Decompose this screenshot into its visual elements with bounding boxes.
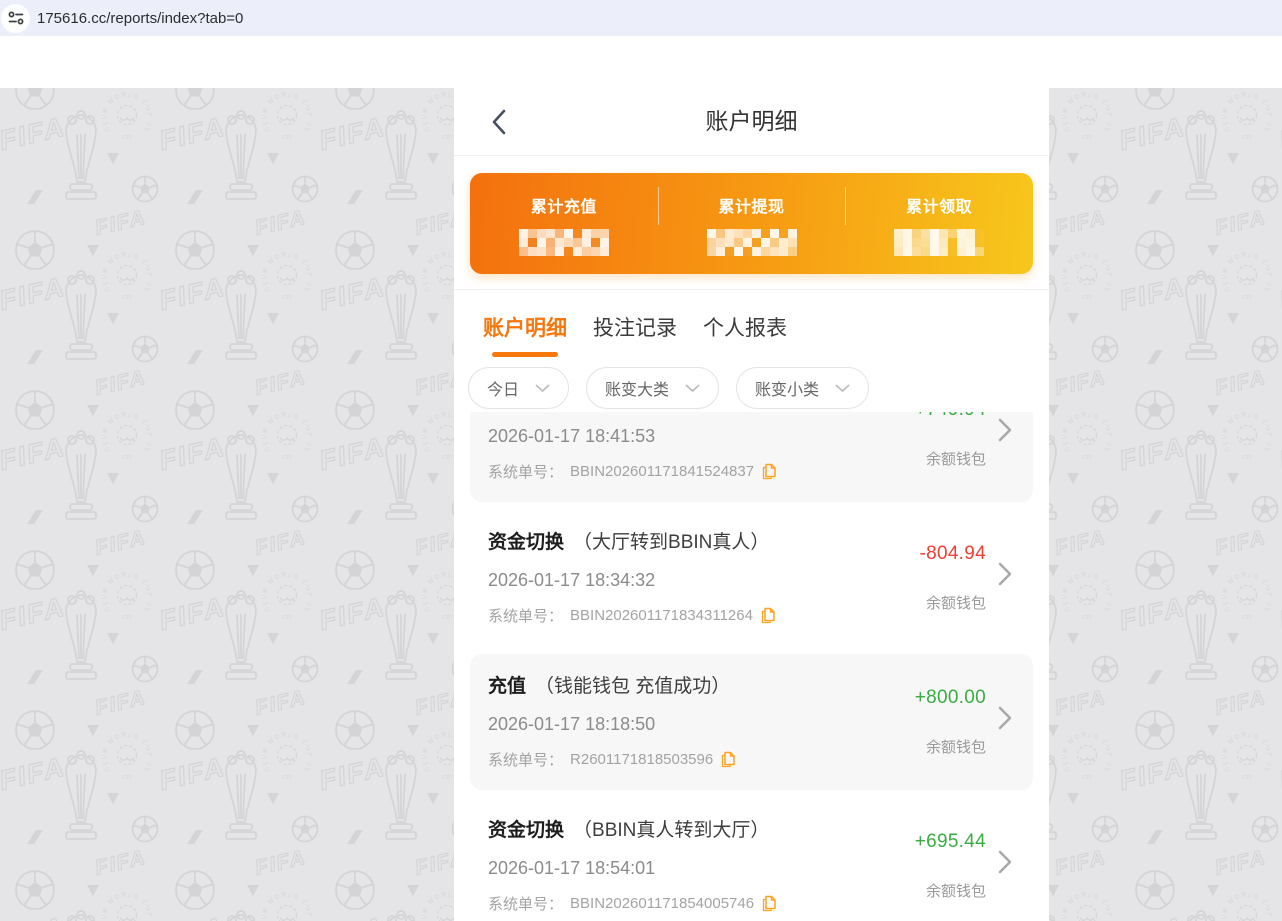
page-top-spacer [454, 36, 1049, 88]
chevron-left-icon [490, 108, 507, 136]
tab-personal-report[interactable]: 个人报表 [703, 312, 787, 357]
chevron-right-icon [998, 561, 1013, 587]
summary-card: 累计充值 累计提现 累计领取 [470, 173, 1033, 274]
summary-label: 累计领取 [906, 193, 972, 217]
tx-order-no: BBIN202601171834311264 [570, 607, 753, 624]
copy-icon[interactable] [761, 895, 777, 912]
tx-order-no: R2601171818503596 [570, 751, 713, 768]
filter-bar: 今日 账变大类 账变小类 [454, 357, 1049, 412]
tab-bar: 账户明细 投注记录 个人报表 [454, 290, 1049, 357]
tx-wallet: 余额钱包 [915, 736, 986, 757]
back-button[interactable] [480, 104, 516, 140]
masked-value [519, 229, 609, 256]
page-title: 账户明细 [454, 88, 1049, 154]
summary-item-deposit: 累计充值 [470, 173, 658, 274]
copy-icon[interactable] [720, 751, 736, 768]
tx-order-row: 系统单号： R2601171818503596 [488, 749, 915, 770]
site-info-button[interactable] [1, 4, 30, 33]
tx-amount: -804.94 [919, 543, 986, 565]
filter-date-dropdown[interactable]: 今日 [468, 367, 569, 409]
browser-bar: 175616.cc/reports/index?tab=0 [0, 0, 1282, 36]
tx-amount-block: +749.94 余额钱包 [915, 412, 986, 486]
summary-section: 累计充值 累计提现 累计领取 [454, 156, 1049, 289]
tab-label: 投注记录 [593, 312, 677, 342]
tx-desc: （大厅转到BBIN真人） [573, 532, 769, 553]
chevron-down-icon [535, 384, 550, 393]
tx-info: 资金切换 （BBIN真人转到大厅） 2026-01-17 18:54:01 系统单… [488, 819, 915, 918]
filter-label: 今日 [487, 376, 519, 400]
summary-label: 累计提现 [719, 193, 785, 217]
tx-amount: +749.94 [915, 412, 986, 421]
transaction-item[interactable]: 充值 （钱能钱包 充值成功） 2026-01-17 18:18:50 系统单号： R… [470, 654, 1033, 790]
masked-value [707, 229, 797, 256]
tx-order-row: 系统单号： BBIN202601171834311264 [488, 605, 919, 626]
tab-label: 个人报表 [703, 312, 787, 342]
tab-bet-records[interactable]: 投注记录 [593, 312, 677, 357]
summary-item-claim: 累计领取 [845, 173, 1033, 274]
site-settings-icon [7, 9, 25, 27]
tx-amount-block: -804.94 余额钱包 [919, 531, 986, 630]
tab-label: 账户明细 [483, 312, 567, 342]
chevron-right-icon [998, 849, 1013, 875]
tx-amount: +695.44 [915, 831, 986, 853]
filter-label: 账变小类 [755, 376, 819, 400]
tx-wallet: 余额钱包 [919, 592, 986, 613]
tx-time: 2026-01-17 18:18:50 [488, 714, 915, 735]
tx-info: 资金切换 （大厅转到BBIN真人） 2026-01-17 18:34:32 系统单… [488, 531, 919, 630]
tx-desc: （BBIN真人转到大厅） [573, 820, 769, 841]
tx-wallet: 余额钱包 [915, 880, 986, 901]
tx-amount: +800.00 [915, 687, 986, 709]
summary-label: 累计充值 [531, 193, 597, 217]
transaction-item[interactable]: 资金切换 （BBIN真人转到大厅） 2026-01-17 18:54:01 系统单… [470, 798, 1033, 921]
tx-desc: （钱能钱包 充值成功） [535, 676, 730, 697]
tx-order-label: 系统单号： [488, 605, 563, 626]
tx-info: 2026-01-17 18:41:53 系统单号： BBIN20260117184… [488, 412, 915, 486]
transaction-item[interactable]: 2026-01-17 18:41:53 系统单号： BBIN20260117184… [470, 412, 1033, 502]
tx-info: 充值 （钱能钱包 充值成功） 2026-01-17 18:18:50 系统单号： R… [488, 675, 915, 774]
tx-type: 资金切换 [488, 532, 564, 553]
filter-major-category-dropdown[interactable]: 账变大类 [586, 367, 719, 409]
tx-order-no: BBIN202601171854005746 [570, 895, 754, 912]
tx-order-label: 系统单号： [488, 893, 563, 914]
filter-label: 账变大类 [605, 376, 669, 400]
tx-wallet: 余额钱包 [915, 448, 986, 469]
masked-value [894, 229, 984, 256]
app-header: 账户明细 [454, 88, 1049, 156]
copy-icon[interactable] [761, 463, 777, 480]
tx-title-row: 资金切换 （大厅转到BBIN真人） [488, 531, 919, 555]
filter-minor-category-dropdown[interactable]: 账变小类 [736, 367, 869, 409]
tx-type: 充值 [488, 676, 526, 697]
tx-order-row: 系统单号： BBIN202601171841524837 [488, 461, 915, 482]
tx-time: 2026-01-17 18:41:53 [488, 426, 915, 447]
tx-amount-block: +800.00 余额钱包 [915, 675, 986, 774]
tx-title-row: 资金切换 （BBIN真人转到大厅） [488, 819, 915, 843]
chevron-down-icon [835, 384, 850, 393]
chevron-right-icon [998, 417, 1013, 443]
chevron-right-icon [998, 705, 1013, 731]
tx-order-no: BBIN202601171841524837 [570, 463, 754, 480]
tx-order-row: 系统单号： BBIN202601171854005746 [488, 893, 915, 914]
tx-time: 2026-01-17 18:54:01 [488, 858, 915, 879]
url-text[interactable]: 175616.cc/reports/index?tab=0 [37, 10, 243, 27]
chevron-down-icon [685, 384, 700, 393]
tx-type: 资金切换 [488, 820, 564, 841]
tx-amount-block: +695.44 余额钱包 [915, 819, 986, 918]
tx-title-row: 充值 （钱能钱包 充值成功） [488, 675, 915, 699]
transaction-item[interactable]: 资金切换 （大厅转到BBIN真人） 2026-01-17 18:34:32 系统单… [470, 510, 1033, 646]
tx-order-label: 系统单号： [488, 749, 563, 770]
transaction-list: 2026-01-17 18:41:53 系统单号： BBIN20260117184… [454, 412, 1049, 921]
tx-time: 2026-01-17 18:34:32 [488, 570, 919, 591]
tx-order-label: 系统单号： [488, 461, 563, 482]
summary-item-withdraw: 累计提现 [658, 173, 846, 274]
tab-account-details[interactable]: 账户明细 [483, 312, 567, 357]
account-details-page: 账户明细 累计充值 累计提现 累计领取 账户明细 投注记录 [454, 36, 1049, 921]
copy-icon[interactable] [760, 607, 776, 624]
